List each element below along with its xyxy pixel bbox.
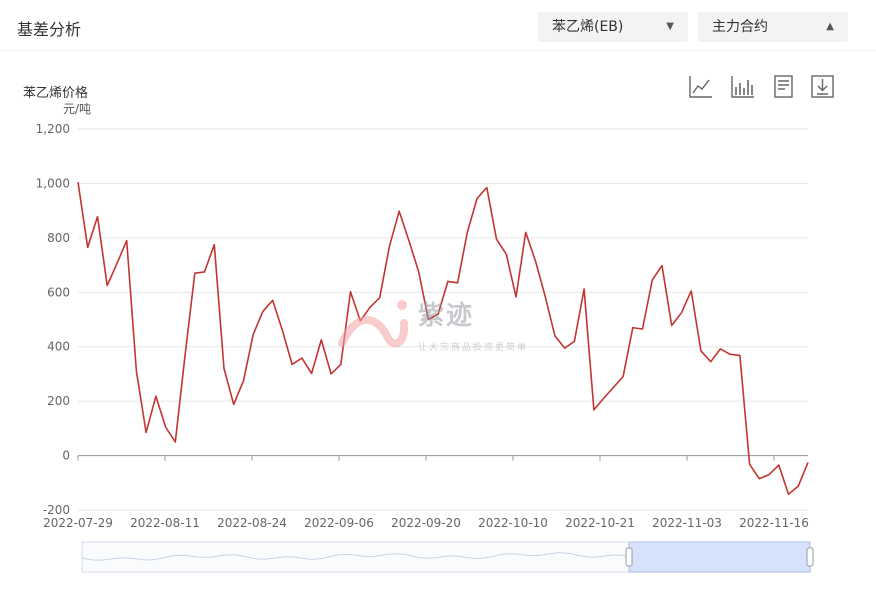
series-line (77, 181, 809, 496)
x-tick-label: 2022-09-06 (304, 516, 374, 530)
x-tick-label: 2022-09-20 (391, 516, 461, 530)
zoom-slider-right-handle[interactable] (806, 547, 814, 567)
x-tick-label: 2022-08-11 (130, 516, 200, 530)
zoom-slider-selection[interactable] (628, 541, 811, 573)
y-tick-label: 1,200 (36, 122, 70, 136)
y-tick-label: 1,000 (36, 176, 70, 190)
y-tick-label: 0 (62, 449, 70, 463)
x-tick-label: 2022-08-24 (217, 516, 287, 530)
x-tick-label: 2022-11-03 (652, 516, 722, 530)
x-tick-label: 2022-10-10 (478, 516, 548, 530)
y-tick-label: 200 (47, 394, 70, 408)
y-tick-label: 400 (47, 340, 70, 354)
x-tick-label: 2022-10-21 (565, 516, 635, 530)
x-tick-label: 2022-11-16 (739, 516, 809, 530)
y-tick-label: -200 (43, 503, 70, 517)
basis-line-chart: 1,200 1,000 800 600 400 200 0 -2002022-07-29 202… (36, 122, 814, 573)
zoom-slider-left-handle[interactable] (625, 547, 633, 567)
y-tick-label: 800 (47, 231, 70, 245)
y-tick-label: 600 (47, 285, 70, 299)
x-tick-label: 2022-07-29 (43, 516, 113, 530)
